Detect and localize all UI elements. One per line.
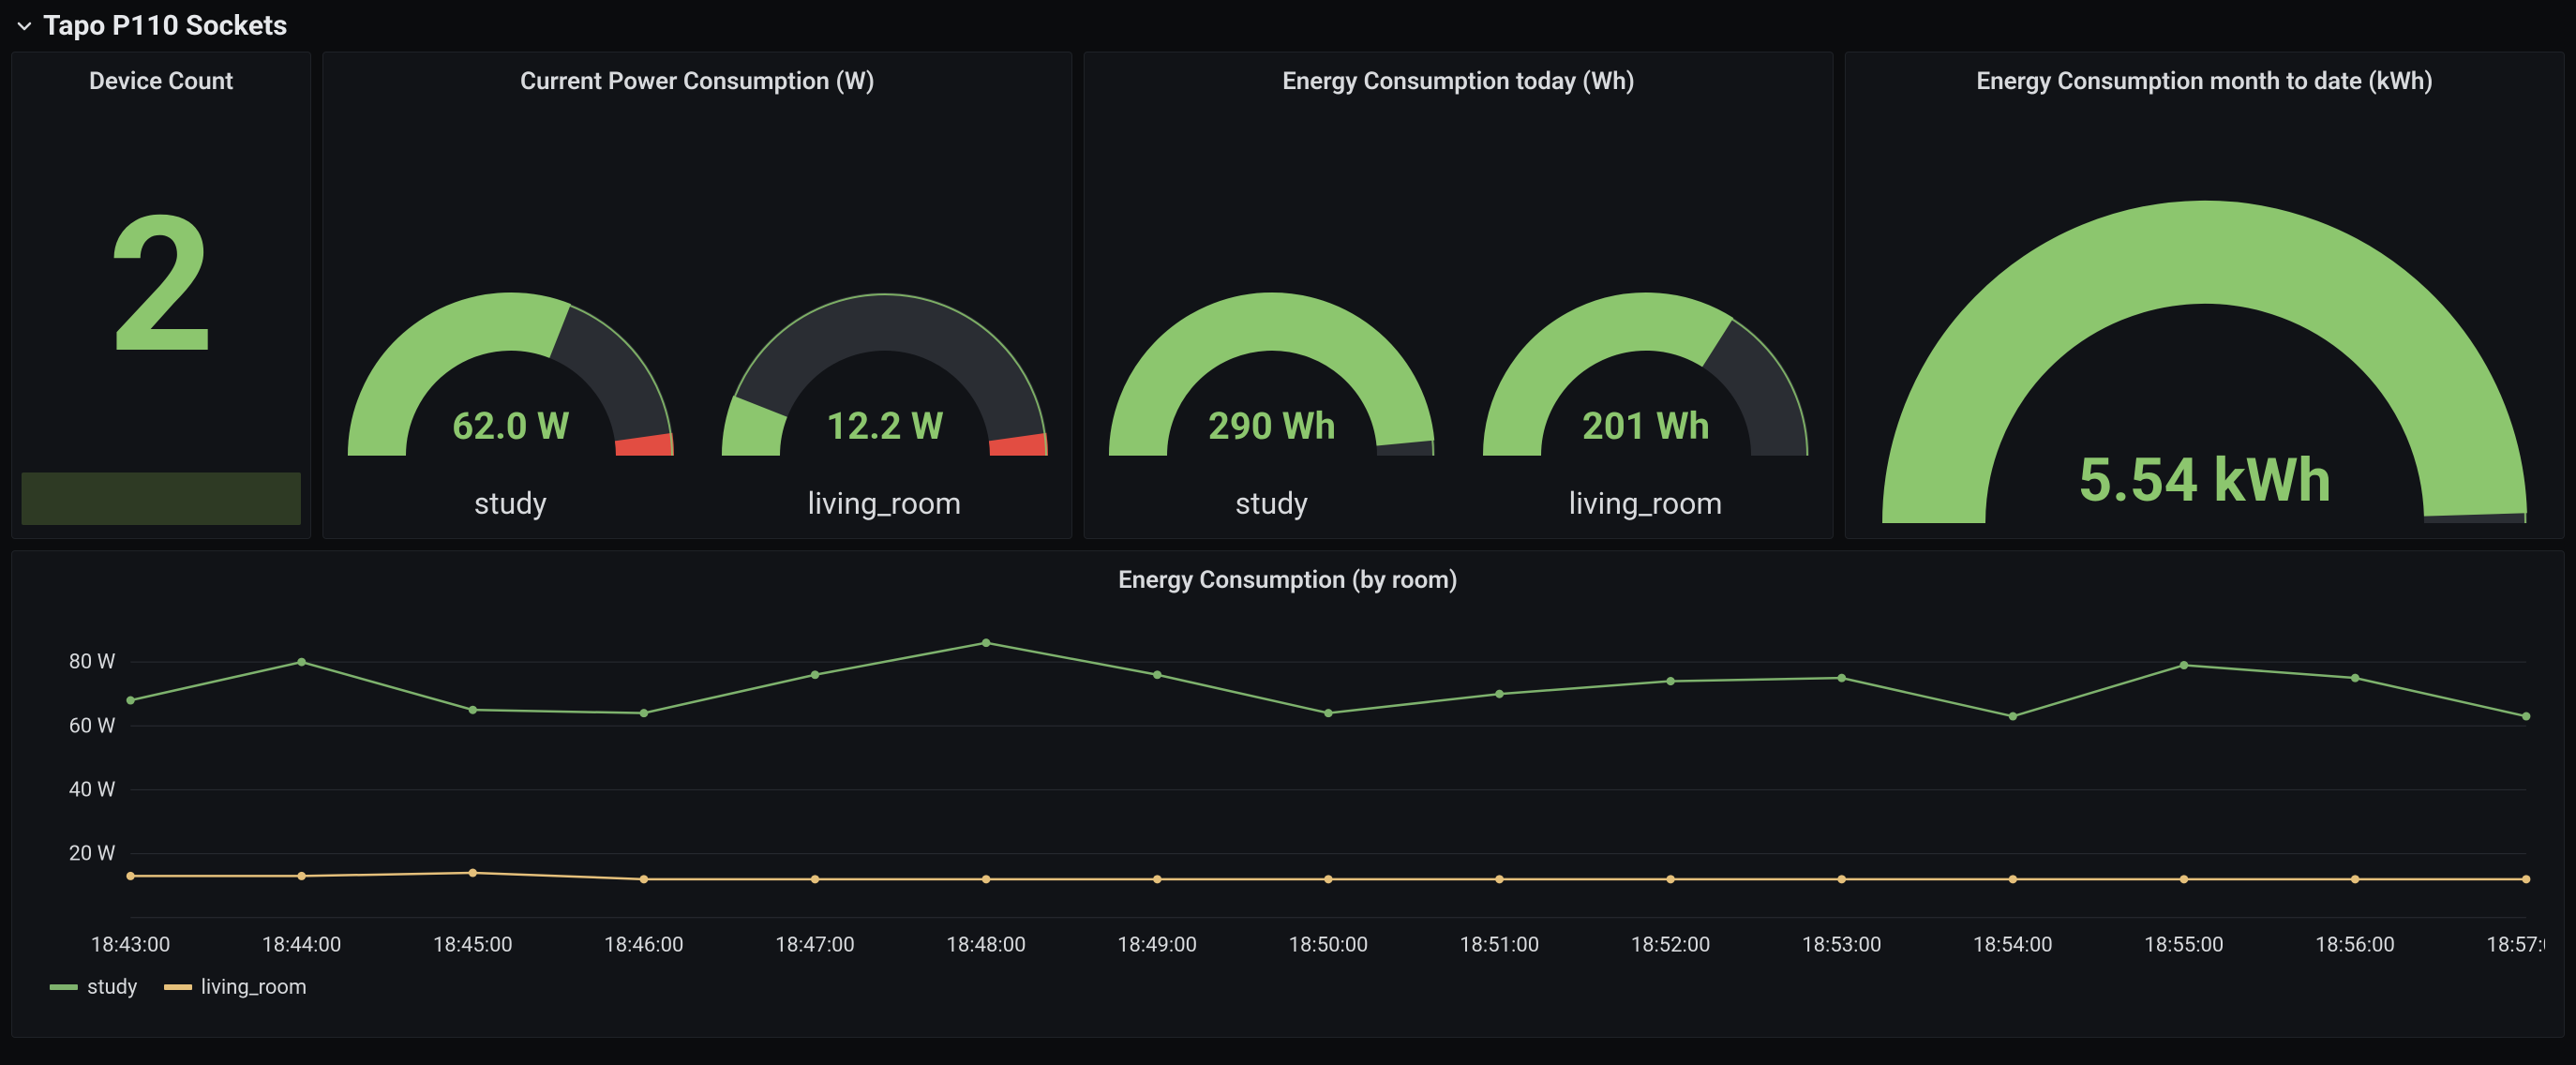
panel-current-power[interactable]: Current Power Consumption (W) 62.0 W stu…	[322, 52, 1072, 539]
gauge-label: living_room	[807, 486, 961, 521]
svg-text:18:57:00: 18:57:00	[2486, 934, 2545, 957]
svg-text:18:44:00: 18:44:00	[262, 934, 341, 957]
gauge-icon: 201 Wh	[1477, 236, 1815, 461]
gauge-icon: 5.54 kWh	[1877, 154, 2533, 529]
legend-swatch	[164, 984, 192, 990]
chart-legend: study living_room	[12, 976, 2564, 1011]
svg-text:18:47:00: 18:47:00	[775, 934, 855, 957]
svg-text:290 Wh: 290 Wh	[1207, 404, 1335, 448]
panel-energy-today[interactable]: Energy Consumption today (Wh) 290 Wh stu…	[1084, 52, 1834, 539]
svg-text:18:53:00: 18:53:00	[1802, 934, 1881, 957]
row-header[interactable]: Tapo P110 Sockets	[11, 4, 2565, 52]
svg-text:18:45:00: 18:45:00	[433, 934, 513, 957]
gauge-icon: 290 Wh	[1103, 236, 1441, 461]
panel-title: Energy Consumption month to date (kWh)	[1846, 68, 2564, 96]
device-count-value: 2	[108, 192, 216, 380]
gauge-study: 62.0 W study	[342, 236, 680, 521]
svg-text:18:51:00: 18:51:00	[1460, 934, 1539, 957]
svg-text:201 Wh: 201 Wh	[1581, 404, 1709, 448]
gauge-icon: 12.2 W	[716, 236, 1054, 461]
gauge-label: study	[474, 486, 547, 521]
svg-text:5.54 kWh: 5.54 kWh	[2078, 445, 2332, 516]
legend-item-study[interactable]: study	[50, 976, 138, 999]
row-title: Tapo P110 Sockets	[43, 9, 288, 42]
svg-text:62.0 W: 62.0 W	[452, 404, 569, 448]
line-chart: 20 W 40 W 60 W 80 W 18:43:00 18:44:00 18:45:00…	[27, 611, 2545, 968]
gauge-living-room: 201 Wh living_room	[1477, 236, 1815, 521]
svg-text:18:52:00: 18:52:00	[1631, 934, 1711, 957]
svg-text:18:48:00: 18:48:00	[947, 934, 1026, 957]
svg-text:20 W: 20 W	[68, 843, 115, 866]
gauge-icon: 62.0 W	[342, 236, 680, 461]
gauge-label: study	[1236, 486, 1309, 521]
svg-text:18:50:00: 18:50:00	[1289, 934, 1369, 957]
gauge-label: living_room	[1568, 486, 1722, 521]
gauge-study: 290 Wh study	[1103, 236, 1441, 521]
panel-title: Energy Consumption (by room)	[12, 551, 2564, 594]
svg-text:18:49:00: 18:49:00	[1117, 934, 1197, 957]
svg-text:18:54:00: 18:54:00	[1973, 934, 2053, 957]
legend-label: study	[87, 976, 138, 999]
svg-text:80 W: 80 W	[68, 651, 115, 674]
svg-text:18:56:00: 18:56:00	[2315, 934, 2395, 957]
legend-swatch	[50, 984, 78, 990]
panel-title: Device Count	[12, 68, 310, 96]
panel-title: Current Power Consumption (W)	[323, 68, 1071, 96]
gauge-living-room: 12.2 W living_room	[716, 236, 1054, 521]
stat-sparkline	[22, 472, 301, 525]
legend-item-living_room[interactable]: living_room	[164, 976, 307, 999]
panel-energy-by-room[interactable]: Energy Consumption (by room) 20 W 40 W 60 …	[11, 550, 2565, 1038]
chevron-down-icon	[15, 17, 34, 36]
panel-energy-month[interactable]: Energy Consumption month to date (kWh) 5…	[1845, 52, 2565, 539]
svg-text:40 W: 40 W	[68, 778, 115, 802]
svg-text:12.2 W: 12.2 W	[826, 404, 943, 448]
svg-text:18:46:00: 18:46:00	[604, 934, 683, 957]
svg-text:60 W: 60 W	[68, 714, 115, 738]
panel-device-count[interactable]: Device Count 2	[11, 52, 311, 539]
panel-title: Energy Consumption today (Wh)	[1085, 68, 1833, 96]
svg-text:18:55:00: 18:55:00	[2144, 934, 2224, 957]
legend-label: living_room	[202, 976, 307, 999]
svg-text:18:43:00: 18:43:00	[91, 934, 171, 957]
